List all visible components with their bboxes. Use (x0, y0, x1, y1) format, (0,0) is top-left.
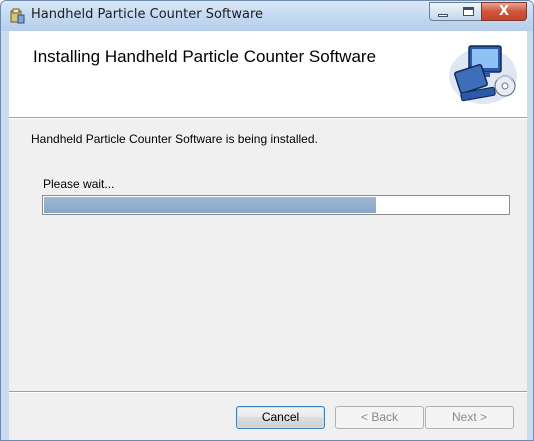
window-title: Handheld Particle Counter Software (31, 7, 264, 22)
banner-title: Installing Handheld Particle Counter Sof… (33, 47, 377, 66)
close-icon: X (498, 4, 510, 19)
minimize-button[interactable] (429, 2, 456, 21)
installer-app-icon[interactable] (9, 8, 25, 24)
next-button[interactable]: Next > (425, 406, 514, 429)
maximize-button[interactable] (455, 2, 482, 21)
title-bar[interactable]: Handheld Particle Counter Software X (1, 1, 533, 31)
close-button[interactable]: X (481, 2, 527, 21)
footer-divider-highlight (9, 392, 527, 393)
install-progress-bar (42, 195, 510, 215)
please-wait-label: Please wait... (43, 177, 115, 191)
maximize-icon (463, 7, 474, 16)
installer-window: Handheld Particle Counter Software X Ins… (0, 0, 534, 441)
progress-fill (44, 197, 376, 213)
back-button[interactable]: < Back (335, 406, 424, 429)
cancel-button[interactable]: Cancel (236, 406, 325, 429)
installer-client-area: Installing Handheld Particle Counter Sof… (9, 31, 527, 440)
install-status-message: Handheld Particle Counter Software is be… (31, 132, 318, 146)
header-divider-highlight (9, 118, 527, 119)
minimize-icon (438, 14, 448, 17)
computer-setup-icon (449, 45, 517, 104)
header-banner: Installing Handheld Particle Counter Sof… (9, 31, 527, 117)
